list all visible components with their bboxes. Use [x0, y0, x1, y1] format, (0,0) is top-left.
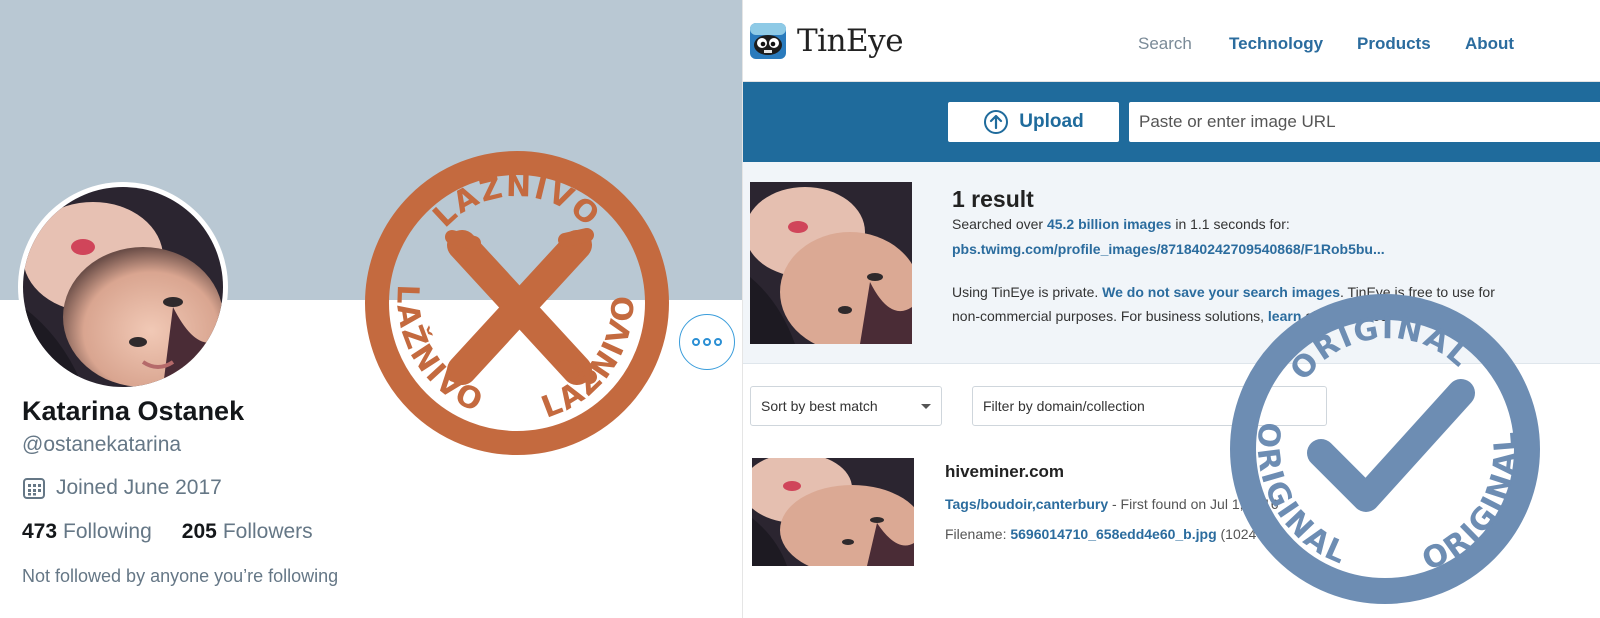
- match-domain[interactable]: hiveminer.com: [945, 462, 1064, 482]
- match-filename: Filename: 5696014710_658edd4e60_b.jpg (1…: [945, 526, 1267, 542]
- searched-prefix: Searched over: [952, 216, 1047, 232]
- followed-by-note: Not followed by anyone you’re following: [22, 566, 339, 586]
- match-found: - First found on Jul 1: [1108, 496, 1240, 512]
- result-count: 1 result: [952, 186, 1034, 212]
- followers-count: 205: [181, 520, 217, 543]
- original-stamp: ORIGINAL ORIGINAL ORIGINAL: [1230, 294, 1540, 604]
- svg-text:ORIGINAL: ORIGINAL: [1417, 429, 1524, 578]
- tineye-logo[interactable]: TinEye: [749, 22, 904, 60]
- sort-dropdown[interactable]: Sort by best match: [750, 386, 942, 426]
- nav-search[interactable]: Search: [1138, 34, 1192, 54]
- filename-link[interactable]: 5696014710_658edd4e60_b.jpg: [1010, 526, 1216, 542]
- search-bar: Upload: [743, 82, 1600, 162]
- avatar-photo: [23, 187, 223, 387]
- avatar[interactable]: [18, 182, 228, 392]
- more-options-button[interactable]: [679, 314, 735, 370]
- followers-label: Followers: [222, 520, 313, 543]
- followers-stat[interactable]: 205 Followers: [182, 520, 313, 544]
- more-dot-icon: [692, 338, 700, 346]
- index-size-link[interactable]: 45.2 billion images: [1047, 216, 1172, 232]
- original-stamp-label-right: ORIGINAL: [1417, 429, 1522, 578]
- joined-text: Joined June 2017: [56, 476, 222, 499]
- more-dot-icon: [703, 338, 711, 346]
- tineye-robot-icon: [750, 23, 786, 59]
- more-dot-icon: [714, 338, 722, 346]
- tineye-header: TinEye Search Technology Products About: [743, 0, 1600, 82]
- match-path-link[interactable]: Tags/boudoir,canterbury: [945, 496, 1108, 512]
- upload-label: Upload: [1019, 111, 1084, 132]
- upload-button[interactable]: Upload: [948, 102, 1119, 142]
- upload-arrow-icon: [984, 110, 1009, 134]
- joined-date: Joined June 2017: [22, 476, 222, 500]
- filename-label: Filename:: [945, 526, 1011, 542]
- query-url-link[interactable]: pbs.twimg.com/profile_images/87184024270…: [952, 241, 1385, 257]
- svg-text:ORIGINAL: ORIGINAL: [1249, 421, 1353, 572]
- tineye-brand: TinEye: [797, 23, 904, 59]
- following-stat[interactable]: 473 Following: [22, 520, 152, 544]
- follow-stats: 473 Following 205 Followers: [22, 520, 343, 544]
- image-url-input[interactable]: [1129, 102, 1600, 142]
- chevron-down-icon: [921, 403, 931, 409]
- following-label: Following: [63, 520, 152, 543]
- calendar-icon: [23, 478, 45, 499]
- sort-label: Sort by best match: [761, 398, 878, 414]
- following-count: 473: [22, 520, 58, 543]
- nav-technology[interactable]: Technology: [1229, 34, 1323, 54]
- original-stamp-label-left: ORIGINAL: [1249, 421, 1351, 572]
- profile-handle: @ostanekatarina: [22, 433, 182, 456]
- privacy-prefix: Using TinEye is private.: [952, 284, 1103, 300]
- nav-about[interactable]: About: [1465, 34, 1514, 54]
- searched-suffix: in 1.1 seconds for:: [1171, 216, 1290, 232]
- searched-info: Searched over 45.2 billion images in 1.1…: [952, 216, 1290, 232]
- match-image-thumbnail[interactable]: [752, 458, 914, 566]
- query-image-thumbnail[interactable]: [750, 182, 912, 344]
- false-stamp: LAŽNIVO LAŽNIVO LAŽNIVO: [365, 151, 669, 455]
- nav-products[interactable]: Products: [1357, 34, 1431, 54]
- profile-name: Katarina Ostanek: [22, 396, 245, 426]
